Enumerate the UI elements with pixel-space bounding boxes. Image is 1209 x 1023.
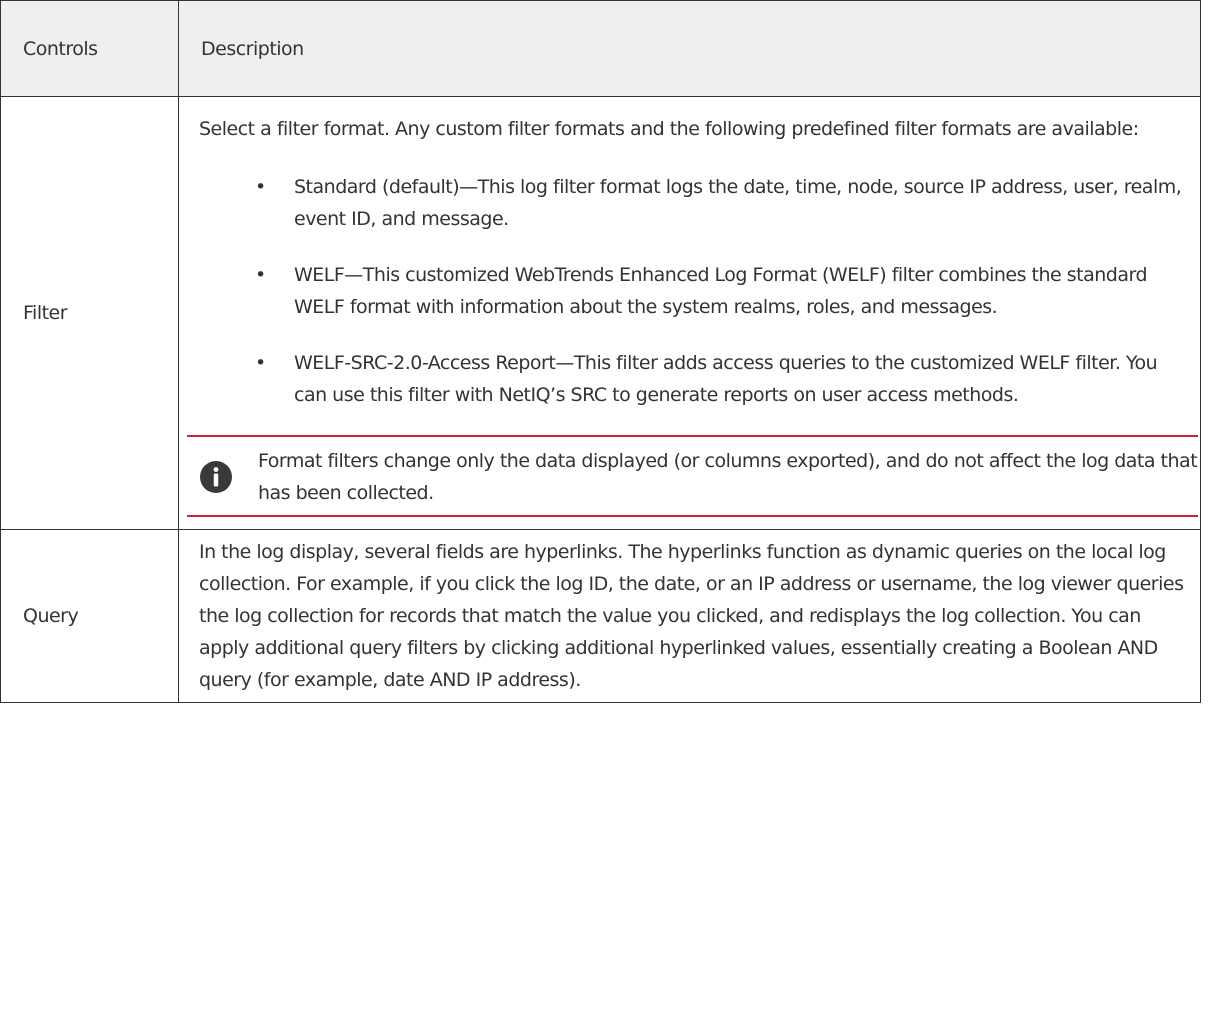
- note-box: Format filters change only the data disp…: [187, 435, 1198, 517]
- table-row-filter: Filter Select a filter format. Any custo…: [0, 96, 1201, 530]
- info-icon: [200, 461, 232, 493]
- list-item: • WELF-SRC-2.0-Access Report—This filter…: [199, 347, 1186, 411]
- control-query: Query: [0, 529, 179, 703]
- list-item: • Standard (default)—This log filter for…: [199, 171, 1186, 235]
- description-filter: Select a filter format. Any custom filte…: [178, 96, 1201, 530]
- format-welf-src: WELF-SRC-2.0-Access Report—This filter a…: [294, 352, 1158, 406]
- query-description: In the log display, several fields are h…: [199, 541, 1184, 691]
- table-header-row: Controls Description: [0, 0, 1201, 97]
- filter-intro: Select a filter format. Any custom filte…: [199, 118, 1139, 140]
- note-text: Format filters change only the data disp…: [258, 450, 1198, 504]
- header-description: Description: [178, 0, 1201, 97]
- header-controls: Controls: [0, 0, 179, 97]
- bullet: •: [255, 352, 266, 374]
- bullet: •: [255, 176, 266, 198]
- control-filter: Filter: [0, 96, 179, 530]
- table-row-query: Query In the log display, several fields…: [0, 529, 1201, 703]
- controls-table: Controls Description Filter Select a fil…: [0, 0, 1201, 703]
- description-query: In the log display, several fields are h…: [178, 529, 1201, 703]
- bullet: •: [255, 264, 266, 286]
- format-standard: Standard (default)—This log filter forma…: [294, 176, 1182, 230]
- format-welf: WELF—This customized WebTrends Enhanced …: [294, 264, 1148, 318]
- list-item: • WELF—This customized WebTrends Enhance…: [199, 259, 1186, 323]
- filter-format-list: • Standard (default)—This log filter for…: [199, 171, 1186, 411]
